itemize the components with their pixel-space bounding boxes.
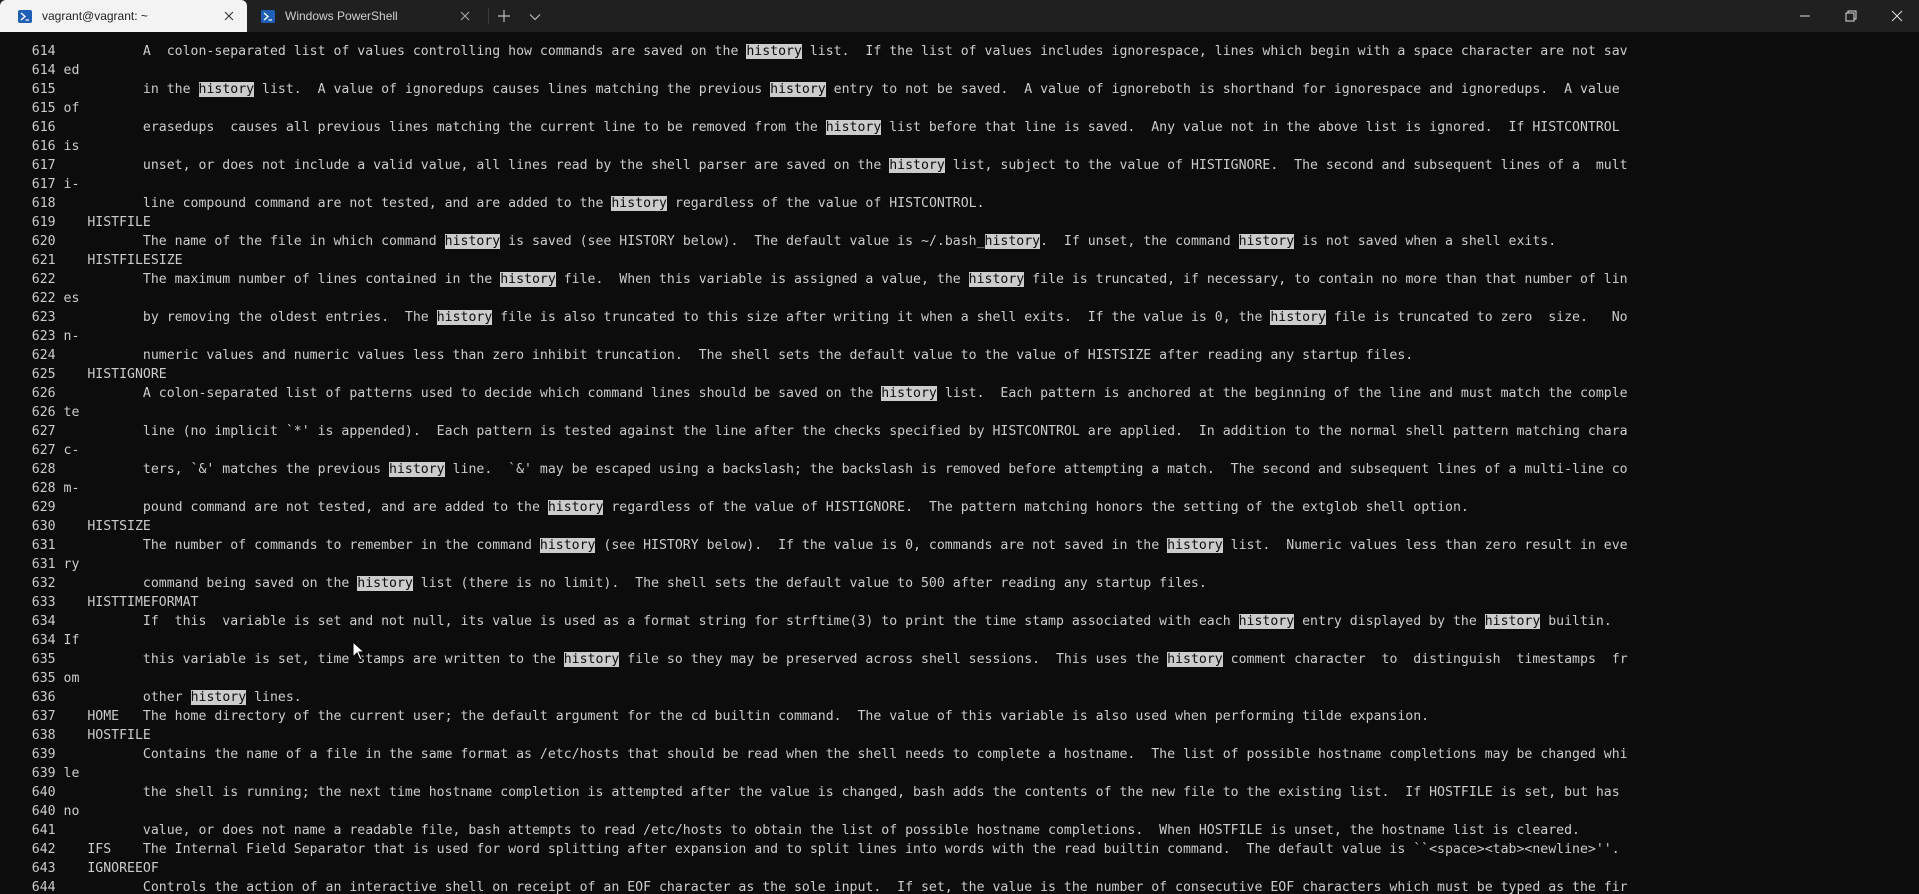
- terminal-line: 616 erasedups causes all previous lines …: [0, 120, 1620, 135]
- search-highlight: history: [436, 310, 493, 325]
- search-highlight: history: [547, 500, 604, 515]
- search-highlight: history: [1167, 538, 1223, 553]
- terminal-line: 621 HISTFILESIZE: [0, 253, 183, 268]
- search-highlight: history: [190, 690, 247, 705]
- terminal-line: 626 te: [0, 405, 80, 420]
- tab-label: Windows PowerShell: [285, 9, 398, 23]
- terminal-line: 637 HOME The home directory of the curre…: [0, 709, 1430, 724]
- close-tab-icon[interactable]: [221, 8, 237, 24]
- search-highlight: history: [825, 120, 882, 135]
- terminal-line: 614 A colon-separated list of values con…: [0, 44, 1628, 59]
- terminal-line: 643 IGNOREEOF: [0, 861, 159, 876]
- search-highlight: history: [984, 234, 1041, 249]
- terminal-output[interactable]: 614 A colon-separated list of values con…: [0, 32, 1919, 894]
- terminal-line: 623 by removing the oldest entries. The …: [0, 310, 1628, 325]
- terminal-line: 630 HISTSIZE: [0, 519, 151, 534]
- search-highlight: history: [1238, 614, 1295, 629]
- close-icon[interactable]: [1874, 0, 1919, 32]
- terminal-line: 627 line (no implicit `*' is appended). …: [0, 424, 1628, 439]
- search-highlight: history: [1484, 614, 1541, 629]
- terminal-line: 622 es: [0, 291, 80, 306]
- tab-windows-powershell[interactable]: Windows PowerShell: [249, 0, 483, 32]
- terminal-line: 626 A colon-separated list of patterns u…: [0, 386, 1628, 401]
- terminal-line: 620 The name of the file in which comman…: [0, 234, 1557, 249]
- powershell-icon: [261, 9, 275, 23]
- powershell-icon: [18, 9, 32, 23]
- new-tab-plus-icon[interactable]: [496, 8, 512, 24]
- terminal-line: 634 If: [0, 633, 80, 648]
- terminal-line: 639 Contains the name of a file in the s…: [0, 747, 1628, 762]
- terminal-line: 632 command being saved on the history l…: [0, 576, 1207, 591]
- chevron-down-icon[interactable]: [528, 10, 542, 22]
- terminal-line: 633 HISTTIMEFORMAT: [0, 595, 199, 610]
- terminal-line: 628 ters, `&' matches the previous histo…: [0, 462, 1628, 477]
- terminal-line: 635 om: [0, 671, 80, 686]
- minimize-icon[interactable]: [1782, 0, 1828, 32]
- search-highlight: history: [889, 158, 945, 173]
- terminal-line: 628 m-: [0, 481, 80, 496]
- terminal-line: 635 this variable is set, time stamps ar…: [0, 652, 1628, 667]
- terminal-line: 636 other history lines.: [0, 690, 302, 705]
- terminal-line: 629 pound command are not tested, and ar…: [0, 500, 1469, 515]
- search-highlight: history: [746, 44, 802, 59]
- mouse-cursor-icon: [352, 640, 366, 661]
- terminal-line: 631 The number of commands to remember i…: [0, 538, 1628, 553]
- tab-vagrant[interactable]: vagrant@vagrant: ~: [0, 0, 247, 32]
- search-highlight: history: [539, 538, 596, 553]
- search-highlight: history: [881, 386, 937, 401]
- terminal-line: 640 the shell is running; the next time …: [0, 785, 1620, 800]
- terminal-line: 617 i-: [0, 177, 80, 192]
- search-highlight: history: [563, 652, 620, 667]
- search-highlight: history: [1167, 652, 1223, 667]
- search-highlight: history: [198, 82, 255, 97]
- search-highlight: history: [1238, 234, 1295, 249]
- search-highlight: history: [770, 82, 826, 97]
- terminal-line: 625 HISTIGNORE: [0, 367, 167, 382]
- terminal-line: 641 value, or does not name a readable f…: [0, 823, 1580, 838]
- terminal-line: 639 le: [0, 766, 80, 781]
- terminal-line: 614 ed: [0, 63, 80, 78]
- terminal-line: 642 IFS The Internal Field Separator tha…: [0, 842, 1620, 857]
- search-highlight: history: [968, 272, 1025, 287]
- terminal-line: 615 in the history list. A value of igno…: [0, 82, 1620, 97]
- terminal-line: 624 numeric values and numeric values le…: [0, 348, 1414, 363]
- close-tab-icon[interactable]: [457, 8, 473, 24]
- search-highlight: history: [357, 576, 413, 591]
- search-highlight: history: [611, 196, 667, 211]
- terminal-line: 615 of: [0, 101, 80, 116]
- terminal-line: 616 is: [0, 139, 80, 154]
- search-highlight: history: [389, 462, 445, 477]
- terminal-line: 634 If this variable is set and not null…: [0, 614, 1612, 629]
- terminal-line: 617 unset, or does not include a valid v…: [0, 158, 1628, 173]
- terminal-line: 619 HISTFILE: [0, 215, 151, 230]
- terminal-line: 623 n-: [0, 329, 80, 344]
- tab-label: vagrant@vagrant: ~: [42, 9, 148, 23]
- search-highlight: history: [1270, 310, 1326, 325]
- terminal-line: 618 line compound command are not tested…: [0, 196, 985, 211]
- terminal-line: 644 Controls the action of an interactiv…: [0, 880, 1628, 894]
- terminal-line: 638 HOSTFILE: [0, 728, 151, 743]
- restore-icon[interactable]: [1828, 0, 1874, 32]
- terminal-line: 631 ry: [0, 557, 80, 572]
- tab-separator: [488, 8, 489, 24]
- search-highlight: history: [444, 234, 501, 249]
- terminal-line: 622 The maximum number of lines containe…: [0, 272, 1628, 287]
- terminal-line: 640 no: [0, 804, 80, 819]
- terminal-line: 627 c-: [0, 443, 80, 458]
- search-highlight: history: [500, 272, 556, 287]
- tab-bar: vagrant@vagrant: ~ Windows PowerShell: [0, 0, 1919, 32]
